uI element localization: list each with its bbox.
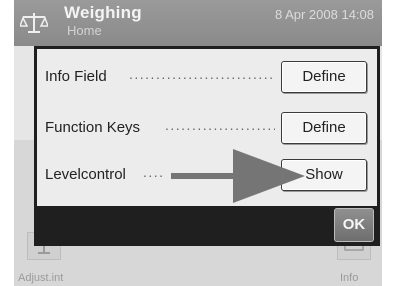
info-label: Info [340, 272, 359, 284]
app-title: Weighing [64, 3, 142, 22]
row-function-keys: Function Keys ..........................… [37, 106, 377, 150]
header-bar: Weighing Home 8 Apr 2008 14:08 [14, 0, 382, 46]
info-field-label: Info Field [45, 68, 107, 85]
ok-button[interactable]: OK [334, 208, 374, 242]
terminal-screen: Weighing Home 8 Apr 2008 14:08 Adjust.in… [14, 0, 382, 286]
info-field-define-button[interactable]: Define [281, 61, 367, 93]
app-subtitle: Home [67, 23, 102, 38]
levelcontrol-dots: .... [143, 164, 165, 180]
levelcontrol-label: Levelcontrol [45, 166, 126, 183]
levelcontrol-show-button[interactable]: Show [281, 159, 367, 191]
row-levelcontrol: Levelcontrol .... Show [37, 153, 377, 197]
info-field-dots: ........................................ [129, 66, 275, 82]
balance-scale-icon [20, 13, 48, 33]
function-keys-dots: ........................... [165, 117, 275, 133]
settings-dialog-body: Info Field .............................… [37, 49, 377, 206]
adjust-int-label: Adjust.int [18, 272, 64, 284]
function-keys-define-button[interactable]: Define [281, 112, 367, 144]
date-time: 8 Apr 2008 14:08 [274, 7, 374, 22]
row-info-field: Info Field .............................… [37, 55, 377, 99]
settings-dialog: Info Field .............................… [34, 46, 380, 246]
function-keys-label: Function Keys [45, 119, 141, 136]
